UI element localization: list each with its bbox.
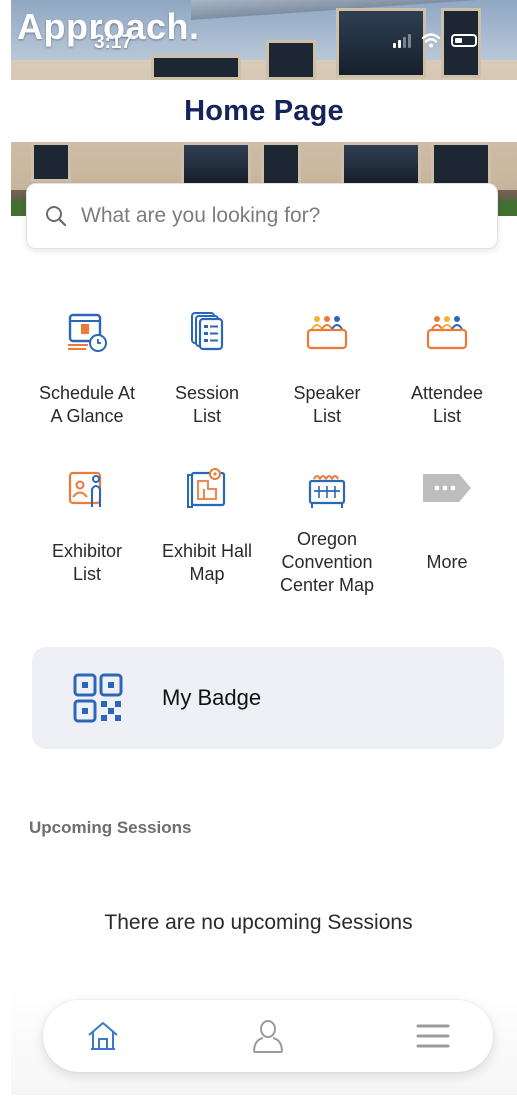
qr-code-icon — [73, 673, 123, 723]
exhibitor-booth-icon — [68, 471, 102, 507]
home-icon — [88, 1022, 118, 1050]
page-title: Home Page — [184, 94, 344, 127]
convention-center-icon — [308, 475, 346, 508]
stacked-list-icon — [191, 312, 224, 351]
tile-exhibitor-list[interactable]: Exhibitor List — [27, 458, 147, 586]
tile-oregon-convention-center-map[interactable]: Oregon Convention Center Map — [267, 458, 387, 597]
building-window — [341, 142, 421, 187]
tile-exhibit-hall-map[interactable]: Exhibit Hall Map — [147, 458, 267, 586]
title-band: Home Page — [11, 80, 517, 142]
building-window — [151, 55, 241, 80]
tile-schedule-at-a-glance[interactable]: Schedule At A Glance — [27, 300, 147, 428]
speakers-podium-icon — [306, 316, 348, 350]
nav-profile-button[interactable] — [248, 1016, 288, 1056]
tile-label: Attendee List — [410, 383, 484, 426]
search-input[interactable] — [81, 204, 461, 228]
hamburger-menu-icon — [416, 1024, 450, 1048]
tile-label: Session List — [174, 383, 240, 426]
more-tag-icon — [423, 474, 471, 502]
tile-label: Speaker List — [293, 383, 361, 426]
search-icon — [46, 206, 67, 227]
nav-home-button[interactable] — [83, 1016, 123, 1056]
building-window — [266, 40, 316, 80]
upcoming-sessions-heading: Upcoming Sessions — [29, 818, 192, 837]
calendar-clock-icon — [68, 313, 107, 352]
tile-label: Exhibit Hall Map — [161, 541, 253, 584]
my-badge-label: My Badge — [162, 685, 262, 710]
person-icon — [253, 1020, 283, 1053]
bottom-nav — [43, 1000, 493, 1072]
tile-more[interactable]: More — [387, 458, 507, 574]
status-icons — [393, 33, 477, 48]
tile-label: Oregon Convention Center Map — [279, 529, 375, 595]
upcoming-empty-message: There are no upcoming Sessions — [104, 911, 413, 934]
battery-icon — [451, 34, 477, 47]
building-door — [181, 142, 251, 187]
tile-label: Exhibitor List — [51, 541, 123, 584]
building-window — [261, 142, 301, 187]
nav-menu-button[interactable] — [413, 1016, 453, 1056]
floor-map-pin-icon — [187, 468, 226, 508]
tile-label: More — [426, 552, 468, 572]
attendees-group-icon — [426, 316, 468, 350]
building-window — [431, 142, 491, 187]
tile-label: Schedule At A Glance — [38, 383, 136, 426]
tile-session-list[interactable]: Session List — [147, 300, 267, 428]
cellular-signal-icon — [393, 33, 411, 48]
tile-attendee-list[interactable]: Attendee List — [387, 300, 507, 428]
tile-speaker-list[interactable]: Speaker List — [267, 300, 387, 428]
search-bar[interactable] — [26, 183, 498, 249]
status-time: 3:17 — [94, 32, 133, 53]
my-badge-card[interactable]: My Badge — [32, 647, 504, 749]
building-window — [31, 142, 71, 182]
wifi-icon — [421, 33, 441, 48]
